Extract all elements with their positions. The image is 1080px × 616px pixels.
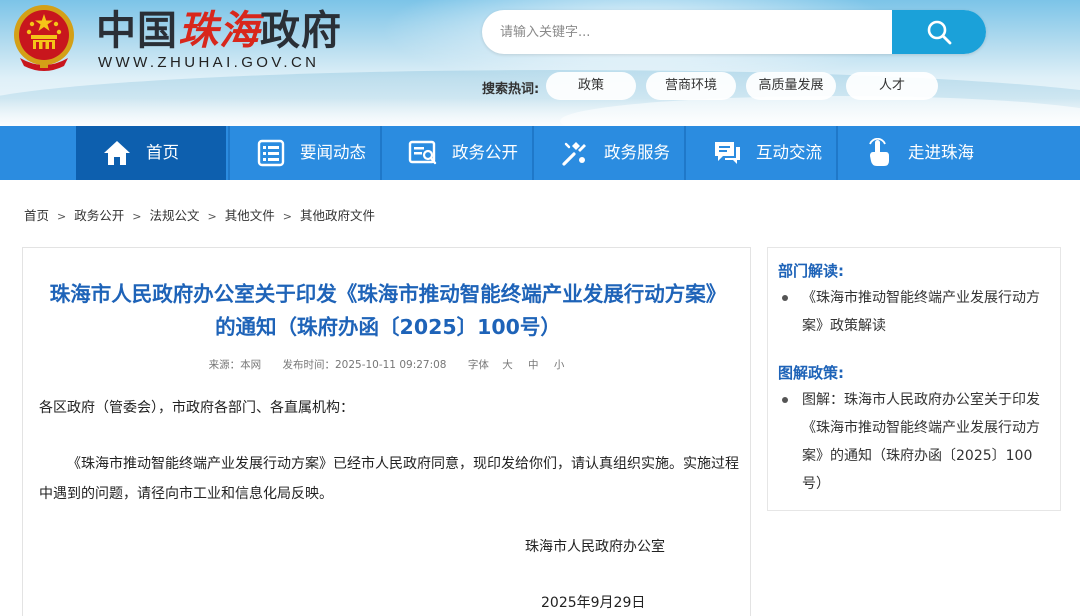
chevron-right-icon: > <box>57 210 67 223</box>
hot-tag-business-environment[interactable]: 营商环境 <box>646 72 736 100</box>
illustrated-policy-link[interactable]: 图解：珠海市人民政府办公室关于印发《珠海市推动智能终端产业发展行动方案》的通知（… <box>782 386 1044 498</box>
article-panel: 珠海市人民政府办公室关于印发《珠海市推动智能终端产业发展行动方案》的通知（珠府办… <box>22 247 751 616</box>
pointer-hand-icon <box>869 138 889 166</box>
article-signer: 珠海市人民政府办公室 <box>525 539 665 555</box>
nav-label-about-zhuhai: 走进珠海 <box>908 143 974 162</box>
service-tools-icon <box>562 142 586 166</box>
breadcrumb: 首页 > 政务公开 > 法规公文 > 其他文件 > 其他政府文件 <box>24 205 375 225</box>
main-nav: 首页 要闻动态 政务公开 政务服务 互动交流 走进珠海 <box>0 126 1080 180</box>
breadcrumb-other-files[interactable]: 其他文件 <box>225 208 275 223</box>
font-size-small-button[interactable]: 小 <box>554 359 565 371</box>
search-input[interactable] <box>500 10 880 54</box>
nav-label-home: 首页 <box>146 143 179 162</box>
national-emblem-icon <box>14 5 74 71</box>
article-title: 珠海市人民政府办公室关于印发《珠海市推动智能终端产业发展行动方案》的通知（珠府办… <box>49 282 727 339</box>
logo-title-accent: 珠海 <box>178 7 260 54</box>
nav-item-news[interactable]: 要闻动态 <box>228 126 378 180</box>
nav-item-home[interactable]: 首页 <box>76 126 226 180</box>
chat-bubble-icon <box>715 142 740 164</box>
chevron-right-icon: > <box>207 210 217 223</box>
hot-search-label: 搜索热词: <box>482 82 540 97</box>
nav-item-government-affairs[interactable]: 政务公开 <box>380 126 530 180</box>
nav-label-services: 政务服务 <box>604 143 670 162</box>
font-size-medium-button[interactable]: 中 <box>528 359 539 371</box>
site-header: 中国珠海政府 WWW.ZHUHAI.GOV.CN 搜索热词: 政策 营商环境 高… <box>0 0 1080 126</box>
nav-label-interaction: 互动交流 <box>756 143 822 162</box>
breadcrumb-regulations[interactable]: 法规公文 <box>149 208 199 223</box>
chevron-right-icon: > <box>132 210 142 223</box>
search-box <box>482 10 986 54</box>
article-meta: 来源：本网 发布时间：2025-10-11 09:27:08 字体 大 中 小 <box>23 357 752 372</box>
site-url: WWW.ZHUHAI.GOV.CN <box>98 54 320 71</box>
nav-item-interaction[interactable]: 互动交流 <box>684 126 834 180</box>
department-interpretation-link[interactable]: 《珠海市推动智能终端产业发展行动方案》政策解读 <box>782 284 1044 340</box>
search-button[interactable] <box>892 10 986 54</box>
font-size-large-button[interactable]: 大 <box>502 359 513 371</box>
logo-title-prefix: 中国 <box>96 7 178 54</box>
hot-tag-high-quality-development[interactable]: 高质量发展 <box>746 72 836 100</box>
department-interpretation-heading: 部门解读: <box>778 262 844 280</box>
bullet-dot-icon <box>782 397 788 403</box>
breadcrumb-home[interactable]: 首页 <box>24 208 49 223</box>
nav-item-about-zhuhai[interactable]: 走进珠海 <box>836 126 986 180</box>
nav-label-government-affairs: 政务公开 <box>452 143 518 162</box>
illustrated-policy-heading: 图解政策: <box>778 364 844 382</box>
hot-tag-policy[interactable]: 政策 <box>546 72 636 100</box>
breadcrumb-other-government-files[interactable]: 其他政府文件 <box>300 208 375 223</box>
header-haze <box>0 98 1080 126</box>
site-logo-title[interactable]: 中国珠海政府 <box>96 6 342 56</box>
logo-title-suffix: 政府 <box>260 7 342 54</box>
article-date: 2025年9月29日 <box>541 595 646 611</box>
illustrated-policy-text: 图解：珠海市人民政府办公室关于印发《珠海市推动智能终端产业发展行动方案》的通知（… <box>802 392 1040 492</box>
search-icon <box>927 20 952 45</box>
chevron-right-icon: > <box>282 210 292 223</box>
article-publish-time: 发布时间：2025-10-11 09:27:08 <box>282 359 447 371</box>
news-list-icon <box>257 139 285 167</box>
font-size-label: 字体 <box>467 359 489 371</box>
breadcrumb-government-affairs[interactable]: 政务公开 <box>74 208 124 223</box>
hot-tag-talent[interactable]: 人才 <box>846 72 938 100</box>
nav-item-services[interactable]: 政务服务 <box>532 126 682 180</box>
article-source: 来源：本网 <box>208 359 262 371</box>
article-body: 《珠海市推动智能终端产业发展行动方案》已经市人民政府同意，现印发给你们，请认真组… <box>39 456 739 502</box>
nav-label-news: 要闻动态 <box>300 143 366 162</box>
bullet-dot-icon <box>782 295 788 301</box>
article-salutation: 各区政府（管委会），市政府各部门、各直属机构： <box>39 400 354 416</box>
home-icon <box>104 141 130 165</box>
document-search-icon <box>408 140 437 165</box>
department-interpretation-text: 《珠海市推动智能终端产业发展行动方案》政策解读 <box>802 290 1040 334</box>
related-sidebar: 部门解读: 《珠海市推动智能终端产业发展行动方案》政策解读 图解政策: 图解：珠… <box>767 247 1061 511</box>
